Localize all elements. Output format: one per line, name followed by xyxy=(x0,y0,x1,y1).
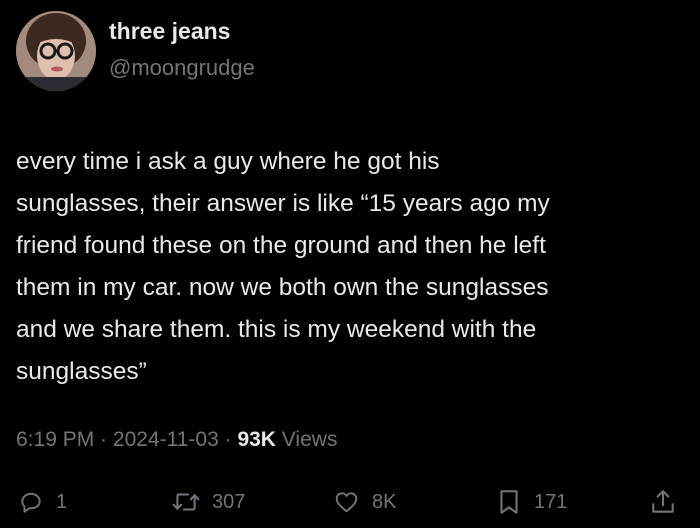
heart-icon xyxy=(333,489,360,515)
share-button[interactable] xyxy=(650,480,676,524)
reply-count: 1 xyxy=(56,490,68,513)
meta-separator: · xyxy=(94,428,113,451)
bookmark-icon xyxy=(496,488,522,516)
retweet-icon xyxy=(172,489,200,515)
retweet-count: 307 xyxy=(212,490,246,513)
avatar-image xyxy=(16,11,96,91)
display-name[interactable]: three jeans xyxy=(109,18,230,45)
tweet-time[interactable]: 6:19 PM xyxy=(16,428,94,451)
bookmark-button[interactable]: 171 xyxy=(496,480,567,524)
reply-button[interactable]: 1 xyxy=(18,480,67,524)
retweet-button[interactable]: 307 xyxy=(172,480,245,524)
bookmark-count: 171 xyxy=(534,490,568,513)
tweet-date[interactable]: 2024-11-03 xyxy=(113,428,219,451)
views-label: Views xyxy=(275,428,338,451)
tweet-meta: 6:19 PM · 2024-11-03 · 93K Views xyxy=(16,428,337,452)
share-icon xyxy=(650,488,676,516)
like-count: 8K xyxy=(372,490,397,513)
views-count[interactable]: 93K xyxy=(237,428,276,451)
meta-separator: · xyxy=(218,428,238,451)
tweet-text: every time i ask a guy where he got his … xyxy=(16,148,550,385)
action-bar: 1 307 8K 171 xyxy=(0,480,700,524)
avatar[interactable] xyxy=(16,11,96,91)
like-button[interactable]: 8K xyxy=(333,480,396,524)
user-handle[interactable]: @moongrudge xyxy=(109,55,255,81)
reply-icon xyxy=(18,489,44,515)
